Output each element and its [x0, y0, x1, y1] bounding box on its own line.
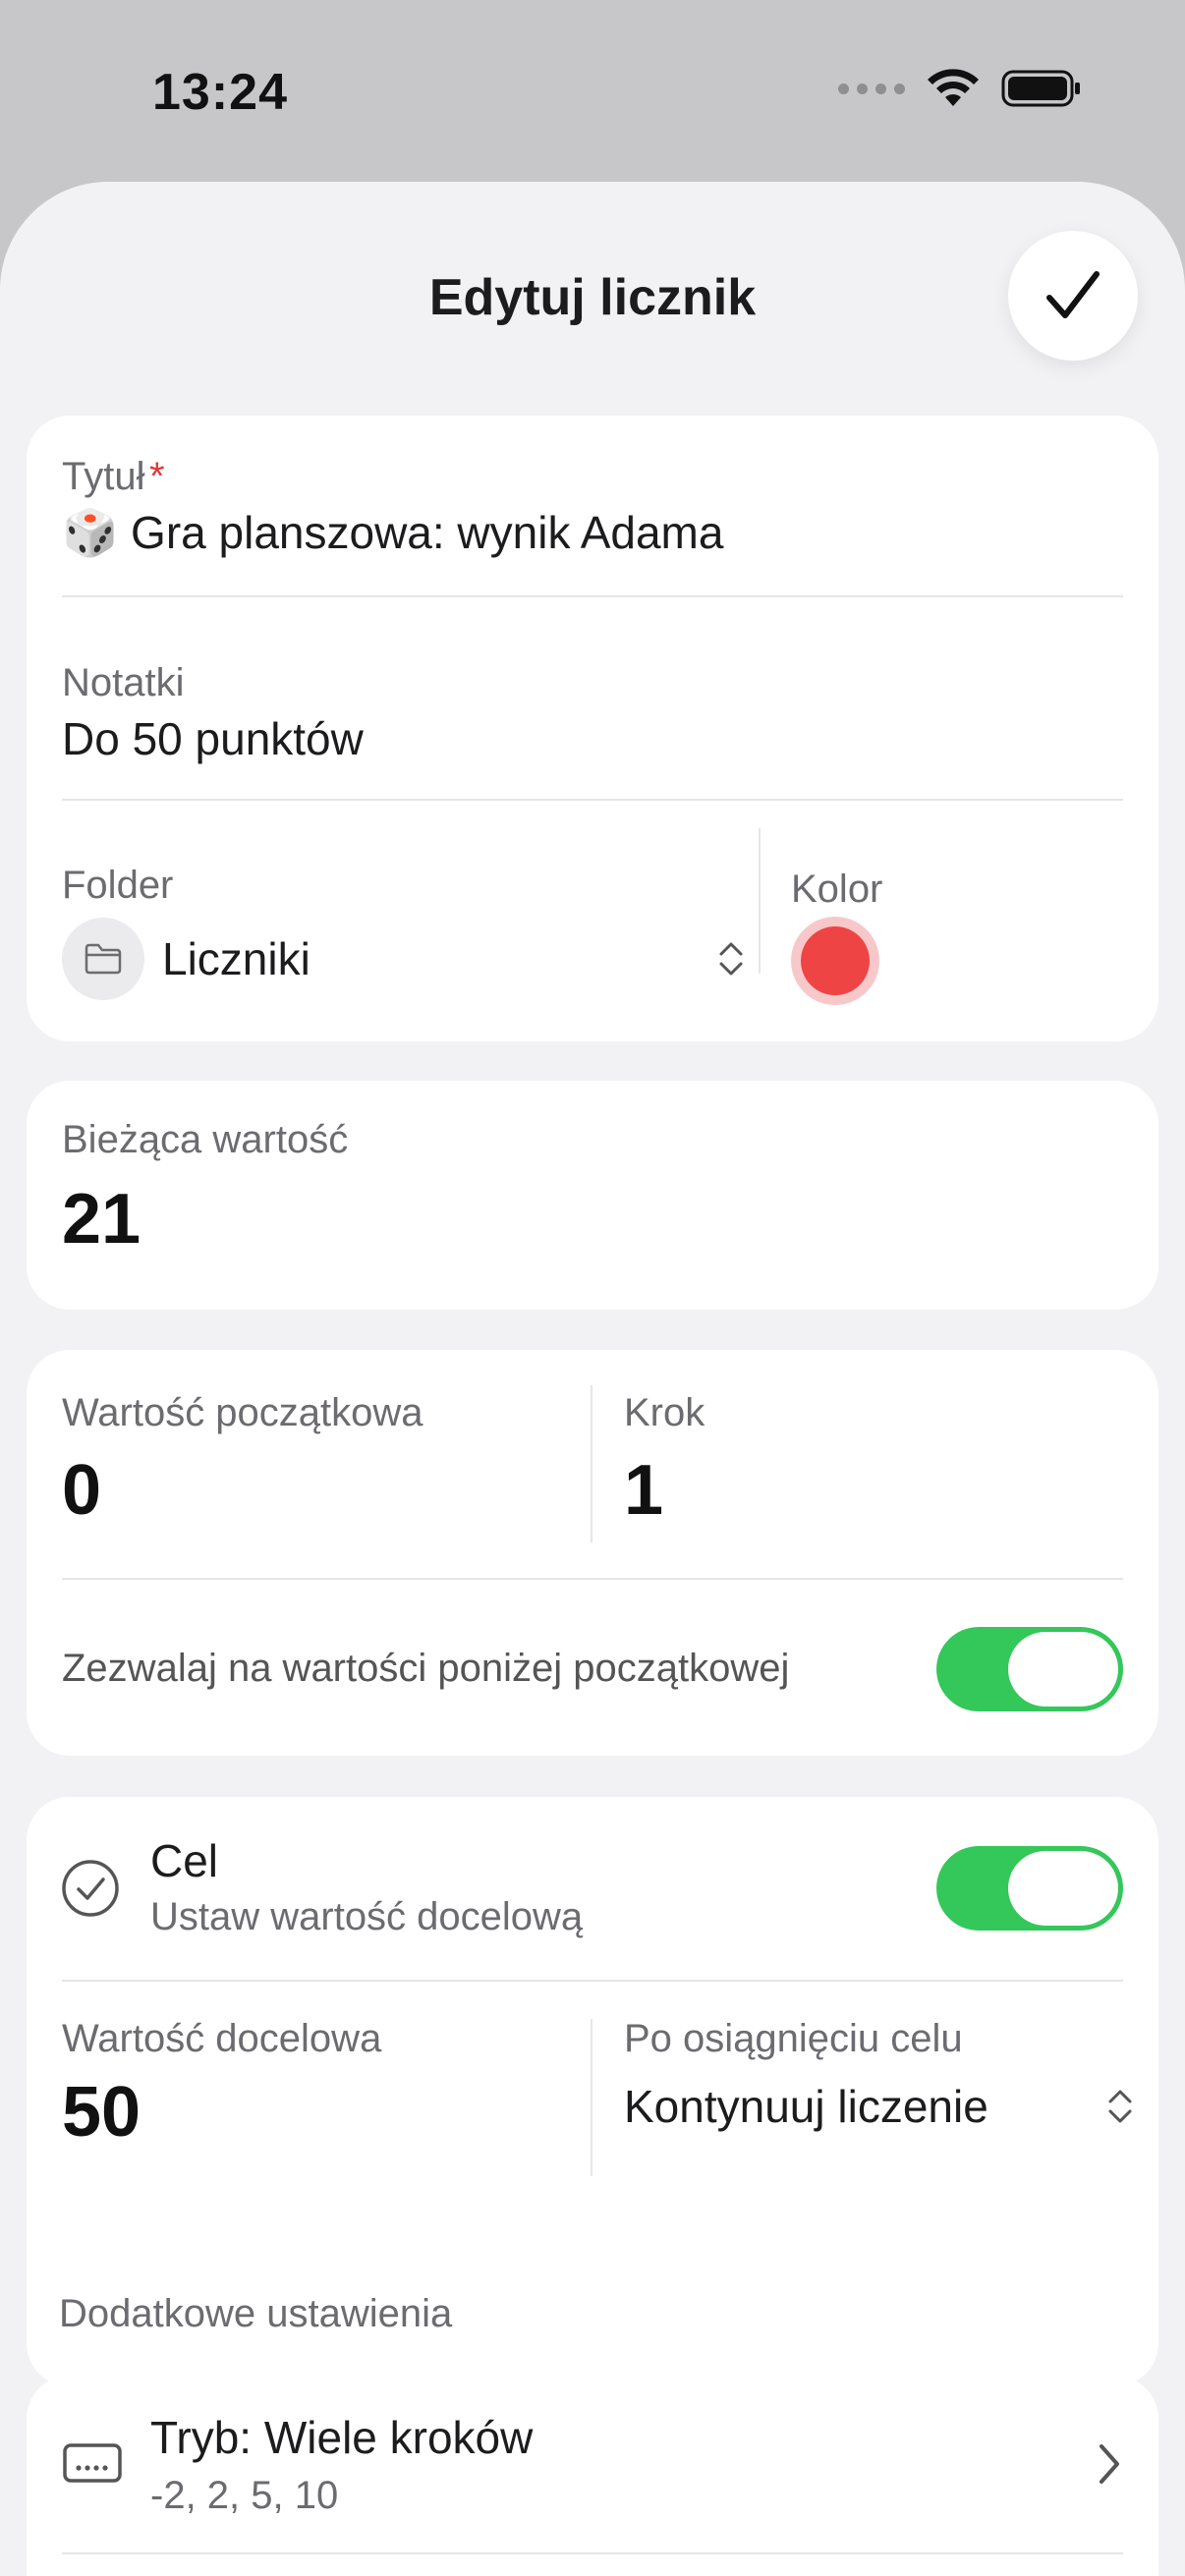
divider [591, 1385, 592, 1542]
goal-toggle[interactable] [936, 1846, 1123, 1931]
step-label: Krok [624, 1391, 705, 1434]
checkmark-icon [1046, 271, 1100, 318]
checkmark-circle-icon [62, 1860, 119, 1917]
color-field-label: Kolor [791, 868, 883, 911]
additional-settings-header: Dodatkowe ustawienia [59, 2292, 453, 2335]
divider [62, 1980, 1123, 1982]
after-goal-label: Po osiągnięciu celu [624, 2017, 963, 2060]
goal-subtitle: Ustaw wartość docelową [150, 1895, 584, 1938]
color-swatch [801, 926, 870, 995]
allow-below-label: Zezwalaj na wartości poniżej początkowej [62, 1647, 790, 1690]
folder-field-label: Folder [62, 864, 174, 907]
status-icons [838, 69, 1082, 108]
target-value-label: Wartość docelowa [62, 2017, 382, 2060]
divider [62, 595, 1123, 597]
additional-settings-card: Tryb: Wiele kroków -2, 2, 5, 10 [27, 2376, 1158, 2576]
mode-row[interactable]: Tryb: Wiele kroków -2, 2, 5, 10 [27, 2376, 1158, 2552]
divider [591, 2019, 592, 2176]
folder-icon [62, 918, 144, 1000]
title-input[interactable]: 🎲 Gra planszowa: wynik Adama [62, 506, 723, 560]
chevron-up-down-icon [719, 942, 743, 976]
divider [759, 828, 761, 974]
after-goal-picker[interactable]: Kontynuuj liczenie [624, 2072, 1135, 2141]
after-goal-value: Kontynuuj liczenie [624, 2081, 988, 2132]
wifi-icon [928, 69, 979, 106]
target-value-input[interactable]: 50 [62, 2072, 141, 2153]
current-value-label: Bieżąca wartość [62, 1118, 349, 1161]
allow-below-toggle[interactable] [936, 1627, 1123, 1711]
keyboard-icon [63, 2443, 122, 2483]
title-field-label: Tytuł * [62, 455, 165, 498]
notes-input[interactable]: Do 50 punktów [62, 712, 364, 765]
values-card: Wartość początkowa 0 Krok 1 Zezwalaj na … [27, 1350, 1158, 1756]
start-value-input[interactable]: 0 [62, 1450, 101, 1531]
goal-title: Cel [150, 1835, 219, 1886]
mode-subtitle: -2, 2, 5, 10 [150, 2474, 339, 2517]
divider [62, 2552, 1123, 2554]
divider [62, 799, 1123, 801]
chevron-up-down-icon [1108, 2090, 1132, 2123]
step-input[interactable]: 1 [624, 1450, 663, 1531]
current-value-input[interactable]: 21 [62, 1179, 141, 1260]
status-bar: 13:24 [0, 0, 1185, 187]
edit-counter-sheet: Edytuj licznik Tytuł * 🎲 Gra planszowa: … [0, 182, 1185, 2576]
start-value-label: Wartość początkowa [62, 1391, 423, 1434]
status-time: 13:24 [152, 64, 288, 121]
current-value-card: Bieżąca wartość 21 [27, 1081, 1158, 1310]
battery-icon [1001, 70, 1080, 107]
folder-value: Liczniki [162, 933, 310, 984]
cellular-signal-icon [838, 83, 905, 94]
details-card: Tytuł * 🎲 Gra planszowa: wynik Adama Not… [27, 416, 1158, 1041]
color-swatch-button[interactable] [791, 917, 879, 1005]
folder-picker[interactable]: Liczniki [62, 917, 750, 1001]
notes-field-label: Notatki [62, 661, 185, 704]
chevron-right-icon [1100, 2444, 1119, 2484]
required-mark: * [148, 455, 165, 498]
mode-title: Tryb: Wiele kroków [150, 2412, 534, 2463]
done-button[interactable] [1008, 231, 1138, 361]
divider [62, 1578, 1123, 1580]
